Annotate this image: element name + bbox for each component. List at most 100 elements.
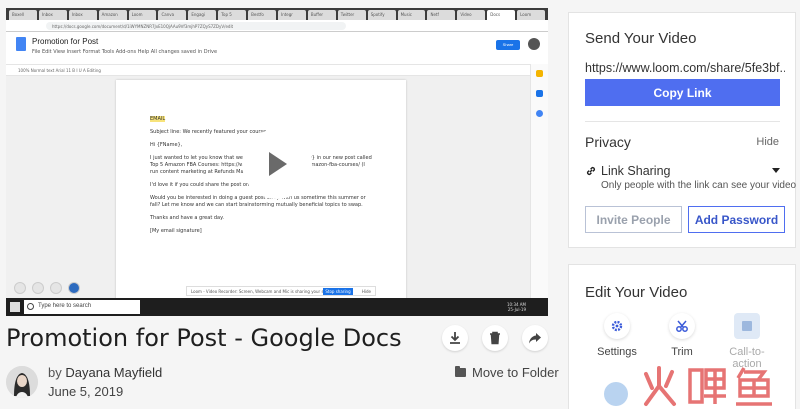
- recording-controls: [14, 282, 80, 294]
- docs-toolbar: 100% Normal text Arial 11 B I U A Editin…: [6, 64, 548, 76]
- invite-people-button[interactable]: Invite People: [585, 206, 682, 233]
- doc-line: Would you be interested in doing a guest…: [150, 195, 372, 209]
- doc-line-text: EMAIL: [150, 116, 166, 122]
- camera-icon[interactable]: [32, 282, 44, 294]
- doc-line-text: Would you be interested in doing a guest…: [150, 195, 366, 208]
- system-tray: 10:34 AM 25-Jul-19: [507, 302, 526, 312]
- browser-tab: Docs: [487, 10, 516, 20]
- play-button[interactable]: [242, 129, 312, 199]
- trim-tool[interactable]: Trim: [652, 313, 712, 358]
- tasks-icon: [536, 90, 543, 97]
- folder-icon: [455, 366, 466, 377]
- download-icon: [450, 332, 460, 344]
- browser-tab: Boxell: [9, 10, 37, 20]
- doc-line-text: [My email signature]: [150, 228, 202, 234]
- move-to-folder-label: Move to Folder: [472, 365, 559, 380]
- docs-side-rail: [530, 64, 548, 298]
- share-url[interactable]: https://www.loom.com/share/5fe3bf...: [585, 61, 785, 75]
- call-to-action-icon: [734, 313, 760, 339]
- browser-tab-bar: Boxell Inbox Inbox Amazon Loom Canva Engagi Top…: [6, 8, 548, 20]
- browser-tab: Engagi: [188, 10, 217, 20]
- pause-icon[interactable]: [14, 282, 26, 294]
- link-icon: [586, 166, 596, 176]
- chevron-down-icon[interactable]: [772, 168, 780, 173]
- share-arrow-icon: [529, 333, 541, 344]
- browser-tab: Video: [457, 10, 486, 20]
- screen-share-notice: Loom - Video Recorder: Screen, Webcam an…: [186, 286, 376, 296]
- browser-tab: Loom: [517, 10, 546, 20]
- help-bubble[interactable]: [604, 382, 628, 406]
- docs-menu: File Edit View Insert Format Tools Add-o…: [32, 49, 218, 55]
- taskbar-search-text: Type here to search: [38, 303, 92, 309]
- browser-tab: Amazon: [98, 10, 127, 20]
- move-to-folder-button[interactable]: Move to Folder: [455, 365, 559, 380]
- browser-address-bar: https://docs.google.com/document/d/1iWYM…: [6, 20, 548, 32]
- docs-share-button: Share: [496, 40, 520, 50]
- video-player[interactable]: Boxell Inbox Inbox Amazon Loom Canva Engagi Top…: [6, 8, 548, 316]
- send-video-panel: Send Your Video https://www.loom.com/sha…: [568, 12, 796, 248]
- trim-label: Trim: [671, 346, 693, 358]
- doc-line-text: Subject line: We recently featured your …: [150, 129, 267, 135]
- trash-icon: [490, 331, 500, 345]
- browser-tab: Music: [397, 10, 426, 20]
- browser-tab: Loom: [128, 10, 157, 20]
- link-sharing-description: Only people with the link can see your v…: [601, 180, 797, 191]
- doc-line-text: Thanks and have a great day.: [150, 215, 224, 221]
- owner-avatar: [6, 366, 38, 398]
- browser-tab: Inbox: [68, 10, 97, 20]
- link-sharing-dropdown[interactable]: Link Sharing: [601, 164, 671, 178]
- docs-header: Promotion for Post File Edit View Insert…: [6, 32, 548, 64]
- owner-name: Dayana Mayfield: [65, 365, 163, 380]
- restart-icon[interactable]: [50, 282, 62, 294]
- browser-tab: Inbox: [38, 10, 67, 20]
- stop-sharing-button: Stop sharing: [323, 288, 353, 295]
- download-button[interactable]: [442, 325, 468, 351]
- address-url: https://docs.google.com/document/d/1iWYM…: [46, 22, 346, 30]
- doc-line: EMAIL: [150, 116, 372, 123]
- owner-prefix: by: [48, 365, 62, 380]
- send-panel-title: Send Your Video: [585, 30, 697, 47]
- browser-tab: Netf: [427, 10, 456, 20]
- call-to-action-tool[interactable]: Call-to-action: [717, 313, 777, 370]
- docs-avatar: [528, 38, 540, 50]
- hide-privacy-link[interactable]: Hide: [756, 136, 779, 148]
- copy-link-button[interactable]: Copy Link: [585, 79, 780, 106]
- play-icon: [269, 152, 287, 176]
- keep-icon: [536, 70, 543, 77]
- browser-tab: Top 5: [218, 10, 247, 20]
- share-button[interactable]: [522, 325, 548, 351]
- browser-tab: Twitter: [337, 10, 366, 20]
- doc-line-text: Hi {FName},: [150, 142, 183, 148]
- divider: [585, 121, 780, 122]
- browser-tab: Buffer: [307, 10, 336, 20]
- video-date: June 5, 2019: [48, 384, 124, 399]
- scissors-icon: [669, 313, 695, 339]
- confirm-icon[interactable]: [68, 282, 80, 294]
- add-password-button[interactable]: Add Password: [688, 206, 785, 233]
- screen-share-text: Loom - Video Recorder: Screen, Webcam an…: [191, 289, 337, 294]
- docs-icon: [16, 37, 26, 51]
- tray-date: 25-Jul-19: [507, 307, 526, 312]
- owner-line: by Dayana Mayfield: [48, 365, 162, 380]
- browser-tab: Spotify: [367, 10, 396, 20]
- hide-notice-button: Hide: [361, 289, 371, 294]
- delete-button[interactable]: [482, 325, 508, 351]
- search-icon: [27, 303, 34, 310]
- settings-tool[interactable]: Settings: [587, 313, 647, 358]
- settings-label: Settings: [597, 346, 637, 358]
- video-title: Promotion for Post - Google Docs: [6, 324, 402, 352]
- taskbar-search: Type here to search: [24, 300, 140, 314]
- person-icon: [6, 366, 38, 398]
- gear-icon: [604, 313, 630, 339]
- edit-panel-title: Edit Your Video: [585, 284, 688, 301]
- docs-title: Promotion for Post: [32, 37, 99, 46]
- doc-line: Thanks and have a great day.: [150, 215, 372, 222]
- windows-taskbar: Type here to search 10:34 AM 25-Jul-19: [6, 298, 548, 316]
- browser-tab: Canva: [158, 10, 187, 20]
- windows-icon: [10, 302, 20, 312]
- calendar-icon: [536, 110, 543, 117]
- watermark: [640, 364, 790, 409]
- privacy-label: Privacy: [585, 134, 631, 150]
- browser-tab: Integr: [278, 10, 306, 20]
- doc-line: [My email signature]: [150, 228, 372, 235]
